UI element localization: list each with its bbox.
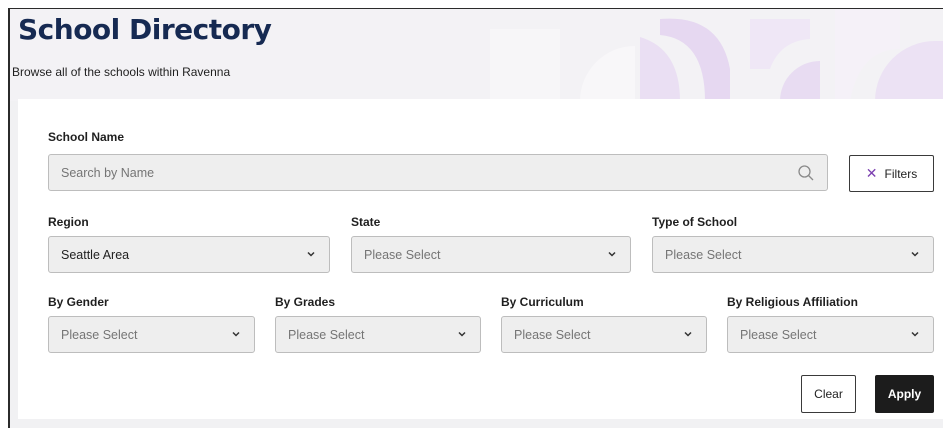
type-of-school-select[interactable]: Please Select — [652, 236, 934, 273]
curriculum-select[interactable]: Please Select — [501, 316, 707, 353]
curriculum-label: By Curriculum — [501, 295, 584, 309]
region-value: Seattle Area — [61, 247, 130, 262]
state-label: State — [351, 215, 381, 229]
type-of-school-label: Type of School — [652, 215, 738, 229]
religious-affiliation-select[interactable]: Please Select — [727, 316, 934, 353]
chevron-down-icon — [307, 251, 315, 257]
state-value: Please Select — [364, 247, 441, 262]
gender-select[interactable]: Please Select — [48, 316, 255, 353]
grades-label: By Grades — [275, 295, 336, 309]
filters-button-label: Filters — [884, 166, 918, 181]
chevron-down-icon — [911, 331, 919, 337]
gender-label: By Gender — [48, 295, 109, 309]
page-frame: School Directory Browse all of the schoo… — [8, 8, 943, 428]
close-icon: ✕ — [865, 165, 878, 181]
region-label: Region — [48, 215, 89, 229]
region-select[interactable]: Seattle Area — [48, 236, 330, 273]
search-input[interactable]: Search by Name — [48, 154, 828, 191]
page-title: School Directory — [18, 13, 272, 46]
chevron-down-icon — [684, 331, 692, 337]
grades-value: Please Select — [288, 327, 365, 342]
chevron-down-icon — [232, 331, 240, 337]
page-header: School Directory Browse all of the schoo… — [10, 9, 943, 101]
chevron-down-icon — [458, 331, 466, 337]
filters-button[interactable]: ✕ Filters — [849, 155, 934, 192]
type-of-school-value: Please Select — [665, 247, 742, 262]
grades-select[interactable]: Please Select — [275, 316, 481, 353]
school-name-label: School Name — [48, 130, 125, 144]
religious-affiliation-label: By Religious Affiliation — [727, 295, 858, 309]
search-icon[interactable] — [797, 164, 815, 182]
clear-button[interactable]: Clear — [801, 375, 856, 413]
curriculum-value: Please Select — [514, 327, 591, 342]
state-select[interactable]: Please Select — [351, 236, 631, 273]
page-subtitle: Browse all of the schools within Ravenna — [12, 65, 231, 79]
religious-affiliation-value: Please Select — [740, 327, 817, 342]
chevron-down-icon — [911, 251, 919, 257]
gender-value: Please Select — [61, 327, 138, 342]
search-placeholder: Search by Name — [61, 165, 155, 180]
chevron-down-icon — [608, 251, 616, 257]
apply-button[interactable]: Apply — [875, 375, 934, 413]
filter-panel: School Name Search by Name ✕ Filters Reg… — [18, 99, 943, 419]
decorative-shapes — [490, 9, 943, 101]
